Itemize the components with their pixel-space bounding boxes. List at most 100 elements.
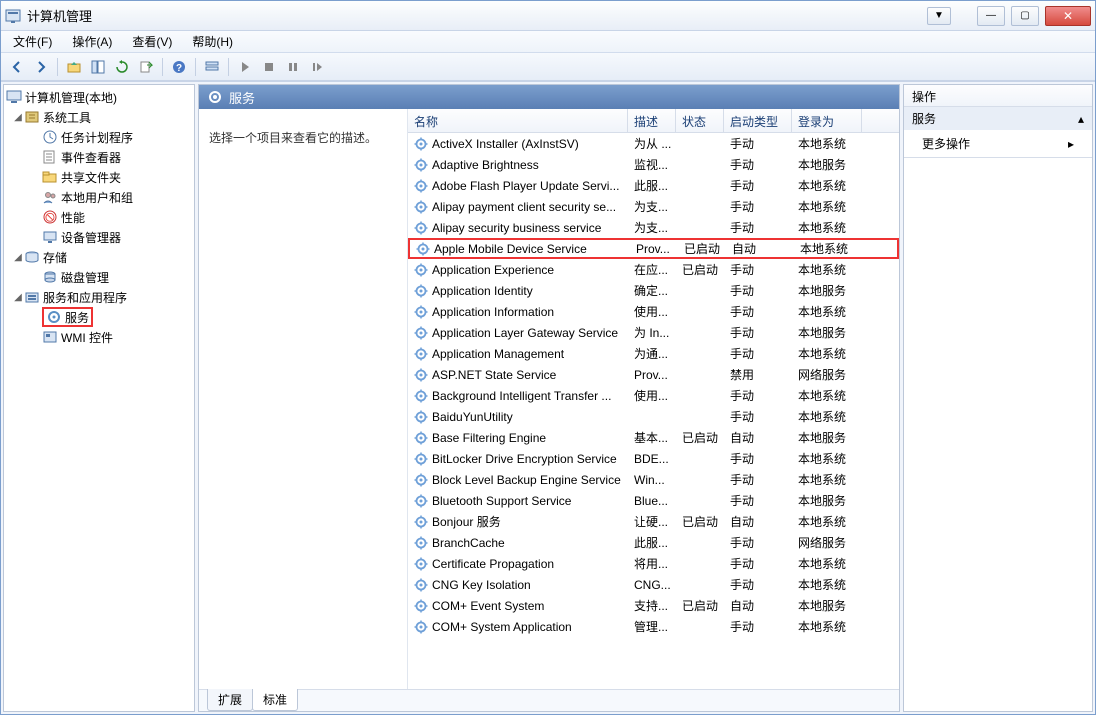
cell-logon: 本地系统: [792, 219, 862, 236]
table-row[interactable]: Bonjour 服务让硬...已启动自动本地系统: [408, 511, 899, 532]
item-icon: [42, 149, 58, 165]
cell-name: Adaptive Brightness: [408, 158, 628, 172]
table-row[interactable]: Background Intelligent Transfer ...使用...…: [408, 385, 899, 406]
tree-item[interactable]: 事件查看器: [4, 147, 194, 167]
table-row[interactable]: BaiduYunUtility手动本地系统: [408, 406, 899, 427]
cell-name: Application Information: [408, 305, 628, 319]
col-desc[interactable]: 描述: [628, 109, 676, 132]
table-row[interactable]: Application Experience在应...已启动手动本地系统: [408, 259, 899, 280]
tree-item[interactable]: 🚫性能: [4, 207, 194, 227]
cell-startup: 手动: [724, 282, 792, 299]
up-folder-button[interactable]: [64, 57, 84, 77]
dropdown-arrow-button[interactable]: ▼: [927, 7, 951, 25]
tree-item-label: 事件查看器: [61, 149, 121, 166]
menu-help[interactable]: 帮助(H): [186, 31, 239, 52]
table-row[interactable]: Certificate Propagation将用...手动本地系统: [408, 553, 899, 574]
service-icon: [414, 452, 428, 466]
actions-more-label: 更多操作: [922, 135, 970, 152]
pause-button[interactable]: [283, 57, 303, 77]
menu-file[interactable]: 文件(F): [7, 31, 58, 52]
cell-desc: Prov...: [628, 368, 676, 382]
refresh-button[interactable]: [112, 57, 132, 77]
stop-button[interactable]: [259, 57, 279, 77]
close-button[interactable]: ✕: [1045, 6, 1091, 26]
tab-standard[interactable]: 标准: [252, 689, 298, 711]
table-row[interactable]: BranchCache此服...手动网络服务: [408, 532, 899, 553]
tree-group[interactable]: ◢存储: [4, 247, 194, 267]
col-name[interactable]: 名称: [408, 109, 628, 132]
service-icon: [414, 347, 428, 361]
actions-more[interactable]: 更多操作 ▸: [904, 130, 1092, 157]
table-row[interactable]: BitLocker Drive Encryption ServiceBDE...…: [408, 448, 899, 469]
table-row[interactable]: Adobe Flash Player Update Servi...此服...手…: [408, 175, 899, 196]
table-row[interactable]: ASP.NET State ServiceProv...禁用网络服务: [408, 364, 899, 385]
cell-desc: 让硬...: [628, 513, 676, 530]
service-icon: [414, 410, 428, 424]
play-button[interactable]: [235, 57, 255, 77]
col-status[interactable]: 状态: [676, 109, 724, 132]
table-row[interactable]: Application Information使用...手动本地系统: [408, 301, 899, 322]
table-row[interactable]: Alipay security business service为支...手动本…: [408, 217, 899, 238]
service-icon: [414, 137, 428, 151]
cell-desc: Blue...: [628, 494, 676, 508]
cell-name: CNG Key Isolation: [408, 578, 628, 592]
table-row[interactable]: Base Filtering Engine基本...已启动自动本地服务: [408, 427, 899, 448]
table-row[interactable]: Application Management为通...手动本地系统: [408, 343, 899, 364]
table-row[interactable]: Block Level Backup Engine ServiceWin...手…: [408, 469, 899, 490]
table-row[interactable]: Apple Mobile Device ServiceProv...已启动自动本…: [408, 238, 899, 259]
table-row[interactable]: Application Layer Gateway Service为 In...…: [408, 322, 899, 343]
cell-logon: 网络服务: [792, 366, 862, 383]
table-row[interactable]: Bluetooth Support ServiceBlue...手动本地服务: [408, 490, 899, 511]
tree-toggle-icon[interactable]: ◢: [12, 292, 24, 303]
tree-item[interactable]: 设备管理器: [4, 227, 194, 247]
back-button[interactable]: [7, 57, 27, 77]
cell-desc: 确定...: [628, 282, 676, 299]
maximize-button[interactable]: ▢: [1011, 6, 1039, 26]
cell-name: Apple Mobile Device Service: [410, 242, 630, 256]
gear-icon: [207, 89, 223, 105]
show-hide-tree-button[interactable]: [88, 57, 108, 77]
tree-root[interactable]: 计算机管理(本地): [4, 87, 194, 107]
titlebar[interactable]: 计算机管理 ▼ — ▢ ✕: [1, 1, 1095, 31]
tree-item[interactable]: WMI 控件: [4, 327, 194, 347]
tree-group[interactable]: ◢服务和应用程序: [4, 287, 194, 307]
tab-extended[interactable]: 扩展: [207, 689, 253, 711]
service-icon: [416, 242, 430, 256]
table-row[interactable]: CNG Key IsolationCNG...手动本地系统: [408, 574, 899, 595]
col-logon[interactable]: 登录为: [792, 109, 862, 132]
table-row[interactable]: Alipay payment client security se...为支..…: [408, 196, 899, 217]
export-button[interactable]: [136, 57, 156, 77]
table-row[interactable]: Adaptive Brightness监视...手动本地服务: [408, 154, 899, 175]
menu-action[interactable]: 操作(A): [66, 31, 118, 52]
menu-view[interactable]: 查看(V): [126, 31, 178, 52]
tree-item[interactable]: 本地用户和组: [4, 187, 194, 207]
tree-toggle-icon[interactable]: ◢: [12, 112, 24, 123]
app-icon: [5, 8, 21, 24]
tree-item[interactable]: 服务: [4, 307, 194, 327]
table-row[interactable]: COM+ System Application管理...手动本地系统: [408, 616, 899, 637]
minimize-button[interactable]: —: [977, 6, 1005, 26]
cell-startup: 手动: [724, 135, 792, 152]
strip-button[interactable]: [202, 57, 222, 77]
tree-pane[interactable]: 计算机管理(本地) ◢系统工具任务计划程序事件查看器共享文件夹本地用户和组🚫性能…: [3, 84, 195, 712]
actions-section-title[interactable]: 服务 ▴: [904, 107, 1092, 130]
tree-item[interactable]: 任务计划程序: [4, 127, 194, 147]
help-button[interactable]: ?: [169, 57, 189, 77]
tree-item[interactable]: 共享文件夹: [4, 167, 194, 187]
service-icon: [414, 263, 428, 277]
col-startup[interactable]: 启动类型: [724, 109, 792, 132]
menubar: 文件(F) 操作(A) 查看(V) 帮助(H): [1, 31, 1095, 53]
service-icon: [414, 536, 428, 550]
table-row[interactable]: COM+ Event System支持...已启动自动本地服务: [408, 595, 899, 616]
forward-button[interactable]: [31, 57, 51, 77]
table-row[interactable]: Application Identity确定...手动本地服务: [408, 280, 899, 301]
restart-button[interactable]: [307, 57, 327, 77]
tree-item[interactable]: 磁盘管理: [4, 267, 194, 287]
list-body[interactable]: ActiveX Installer (AxInstSV)为从 ...手动本地系统…: [408, 133, 899, 689]
tree-toggle-icon[interactable]: ◢: [12, 252, 24, 263]
tree-item-label: 磁盘管理: [61, 269, 109, 286]
cell-logon: 本地系统: [792, 555, 862, 572]
cell-startup: 自动: [724, 513, 792, 530]
table-row[interactable]: ActiveX Installer (AxInstSV)为从 ...手动本地系统: [408, 133, 899, 154]
tree-group[interactable]: ◢系统工具: [4, 107, 194, 127]
